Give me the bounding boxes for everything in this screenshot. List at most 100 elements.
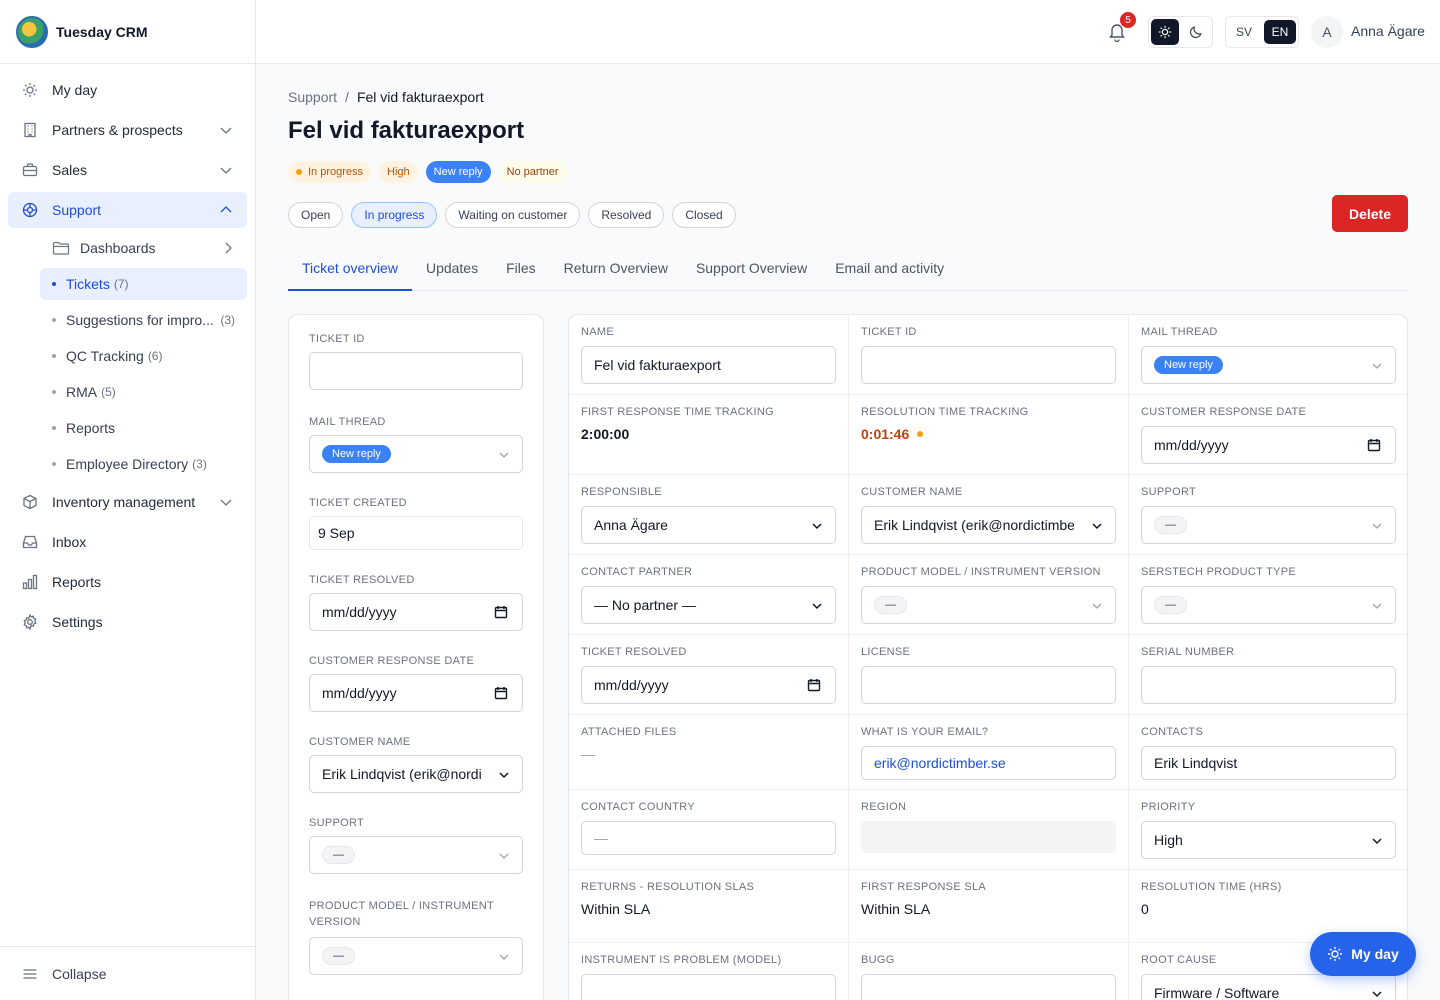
sidebar-subitem-label: Tickets bbox=[66, 276, 110, 292]
mail-thread-select[interactable]: New reply bbox=[309, 435, 523, 473]
contacts-field[interactable]: Erik Lindqvist bbox=[1141, 746, 1396, 780]
sidebar-item-label: Inbox bbox=[52, 534, 87, 550]
field-ticket-id: TICKET ID bbox=[309, 333, 523, 390]
customer-name-select[interactable]: Erik Lindqvist (erik@nordictimbe bbox=[861, 506, 1116, 544]
tab-files[interactable]: Files bbox=[492, 250, 550, 290]
sidebar-subitem-qc-tracking[interactable]: QC Tracking (6) bbox=[40, 340, 247, 372]
breadcrumb-parent-link[interactable]: Support bbox=[288, 89, 337, 105]
lang-sv-button[interactable]: SV bbox=[1228, 20, 1260, 44]
product-model-select[interactable]: — bbox=[309, 937, 523, 975]
field-label: SUPPORT bbox=[1141, 486, 1197, 498]
tab-ticket-overview[interactable]: Ticket overview bbox=[288, 250, 412, 291]
status-resolved-button[interactable]: Resolved bbox=[588, 202, 665, 228]
name-input[interactable]: Fel vid fakturaexport bbox=[581, 346, 836, 384]
calendar-icon[interactable] bbox=[1367, 438, 1381, 452]
customer-name-select[interactable]: Erik Lindqvist (erik@nordi bbox=[309, 755, 523, 793]
ticket-id-input[interactable] bbox=[861, 346, 1116, 384]
license-input[interactable] bbox=[861, 666, 1116, 704]
contact-partner-select[interactable]: — No partner — bbox=[581, 586, 836, 624]
calendar-icon[interactable] bbox=[494, 686, 508, 700]
sidebar-subitem-rma[interactable]: RMA (5) bbox=[40, 376, 247, 408]
status-open-button[interactable]: Open bbox=[288, 202, 344, 228]
status-closed-button[interactable]: Closed bbox=[672, 202, 736, 228]
sidebar-subitem-suggestions[interactable]: Suggestions for impro... (3) bbox=[40, 304, 247, 336]
delete-button[interactable]: Delete bbox=[1332, 195, 1408, 232]
ticket-resolved-date-input[interactable]: mm/dd/yyyy bbox=[309, 593, 523, 631]
status-in-progress-button[interactable]: In progress bbox=[351, 202, 438, 228]
building-icon bbox=[22, 122, 38, 138]
sidebar-subitem-employee-directory[interactable]: Employee Directory (3) bbox=[40, 448, 247, 480]
root-cause-select[interactable]: Firmware / Software bbox=[1141, 974, 1396, 1000]
collapse-sidebar-button[interactable]: Collapse bbox=[0, 946, 255, 1000]
sidebar-subitem-count: (3) bbox=[192, 457, 207, 471]
chevron-down-icon bbox=[811, 599, 823, 611]
field-name: NAME Fel vid fakturaexport bbox=[569, 315, 849, 395]
sidebar-item-sales[interactable]: Sales bbox=[8, 152, 247, 188]
priority-select[interactable]: High bbox=[1141, 821, 1396, 859]
brand[interactable]: Tuesday CRM bbox=[0, 0, 255, 64]
sidebar-subitem-tickets[interactable]: Tickets (7) bbox=[40, 268, 247, 300]
tab-support-overview[interactable]: Support Overview bbox=[682, 250, 821, 290]
ticket-resolved-date-input[interactable]: mm/dd/yyyy bbox=[581, 666, 836, 704]
support-value: — bbox=[322, 846, 355, 864]
inbox-icon bbox=[22, 534, 38, 550]
customer-response-date-input[interactable]: mm/dd/yyyy bbox=[309, 674, 523, 712]
lang-en-button[interactable]: EN bbox=[1264, 20, 1296, 44]
serstech-product-type-select[interactable]: — bbox=[1141, 586, 1396, 624]
partner-badge: No partner bbox=[498, 161, 567, 183]
sidebar-subitem-label: Employee Directory bbox=[66, 456, 189, 472]
light-mode-button[interactable] bbox=[1151, 19, 1179, 45]
status-waiting-button[interactable]: Waiting on customer bbox=[445, 202, 581, 228]
field-label: CUSTOMER NAME bbox=[861, 486, 963, 498]
sidebar-item-label: Settings bbox=[52, 614, 103, 630]
ticket-id-input[interactable] bbox=[309, 352, 523, 390]
field-label: RESPONSIBLE bbox=[581, 486, 662, 498]
contact-country-field[interactable]: — bbox=[581, 821, 836, 855]
email-field[interactable]: erik@nordictimber.se bbox=[861, 746, 1116, 780]
support-select[interactable]: — bbox=[309, 836, 523, 874]
sidebar-item-settings[interactable]: Settings bbox=[8, 604, 247, 640]
root-cause-value: Firmware / Software bbox=[1154, 985, 1280, 1000]
field-label: RETURNS - RESOLUTION SLAS bbox=[581, 881, 755, 893]
field-label: FIRST RESPONSE SLA bbox=[861, 881, 987, 893]
field-contact-partner: CONTACT PARTNER — No partner — bbox=[569, 555, 849, 635]
priority-value: High bbox=[1154, 832, 1183, 848]
calendar-icon[interactable] bbox=[494, 605, 508, 619]
tab-updates[interactable]: Updates bbox=[412, 250, 492, 290]
sidebar-item-inbox[interactable]: Inbox bbox=[8, 524, 247, 560]
ticket-badges: In progress High New reply No partner bbox=[288, 161, 1408, 183]
bullet bbox=[52, 318, 56, 322]
sidebar-subitem-reports[interactable]: Reports bbox=[40, 412, 247, 444]
sun-icon bbox=[1158, 25, 1171, 39]
briefcase-icon bbox=[22, 162, 38, 178]
field-label: FIRST RESPONSE TIME TRACKING bbox=[581, 406, 774, 418]
sidebar-subitem-dashboards[interactable]: Dashboards bbox=[40, 232, 247, 264]
sun-icon bbox=[1327, 946, 1343, 962]
sidebar-item-support[interactable]: Support bbox=[8, 192, 247, 228]
notification-count-badge: 5 bbox=[1120, 12, 1136, 28]
my-day-floating-button[interactable]: My day bbox=[1310, 932, 1416, 976]
field-label: RESOLUTION TIME TRACKING bbox=[861, 406, 1029, 418]
chevron-up-icon bbox=[219, 203, 233, 217]
field-label: TICKET RESOLVED bbox=[309, 574, 415, 586]
support-select[interactable]: — bbox=[1141, 506, 1396, 544]
field-support: SUPPORT — bbox=[309, 817, 523, 874]
avatar[interactable]: A bbox=[1311, 16, 1343, 48]
sidebar-item-partners[interactable]: Partners & prospects bbox=[8, 112, 247, 148]
sidebar-item-inventory[interactable]: Inventory management bbox=[8, 484, 247, 520]
calendar-icon[interactable] bbox=[807, 678, 821, 692]
product-model-select[interactable]: — bbox=[861, 586, 1116, 624]
serial-number-input[interactable] bbox=[1141, 666, 1396, 704]
sidebar-item-reports[interactable]: Reports bbox=[8, 564, 247, 600]
customer-response-date-input[interactable]: mm/dd/yyyy bbox=[1141, 426, 1396, 464]
chevron-down-icon bbox=[1371, 599, 1383, 611]
instrument-problem-input[interactable] bbox=[581, 974, 836, 1000]
tab-return-overview[interactable]: Return Overview bbox=[550, 250, 682, 290]
mail-thread-select[interactable]: New reply bbox=[1141, 346, 1396, 384]
responsible-select[interactable]: Anna Ägare bbox=[581, 506, 836, 544]
sidebar-item-my-day[interactable]: My day bbox=[8, 72, 247, 108]
dark-mode-button[interactable] bbox=[1183, 19, 1211, 45]
user-name[interactable]: Anna Ägare bbox=[1351, 23, 1425, 39]
tab-email-activity[interactable]: Email and activity bbox=[821, 250, 958, 290]
bugg-input[interactable] bbox=[861, 974, 1116, 1000]
